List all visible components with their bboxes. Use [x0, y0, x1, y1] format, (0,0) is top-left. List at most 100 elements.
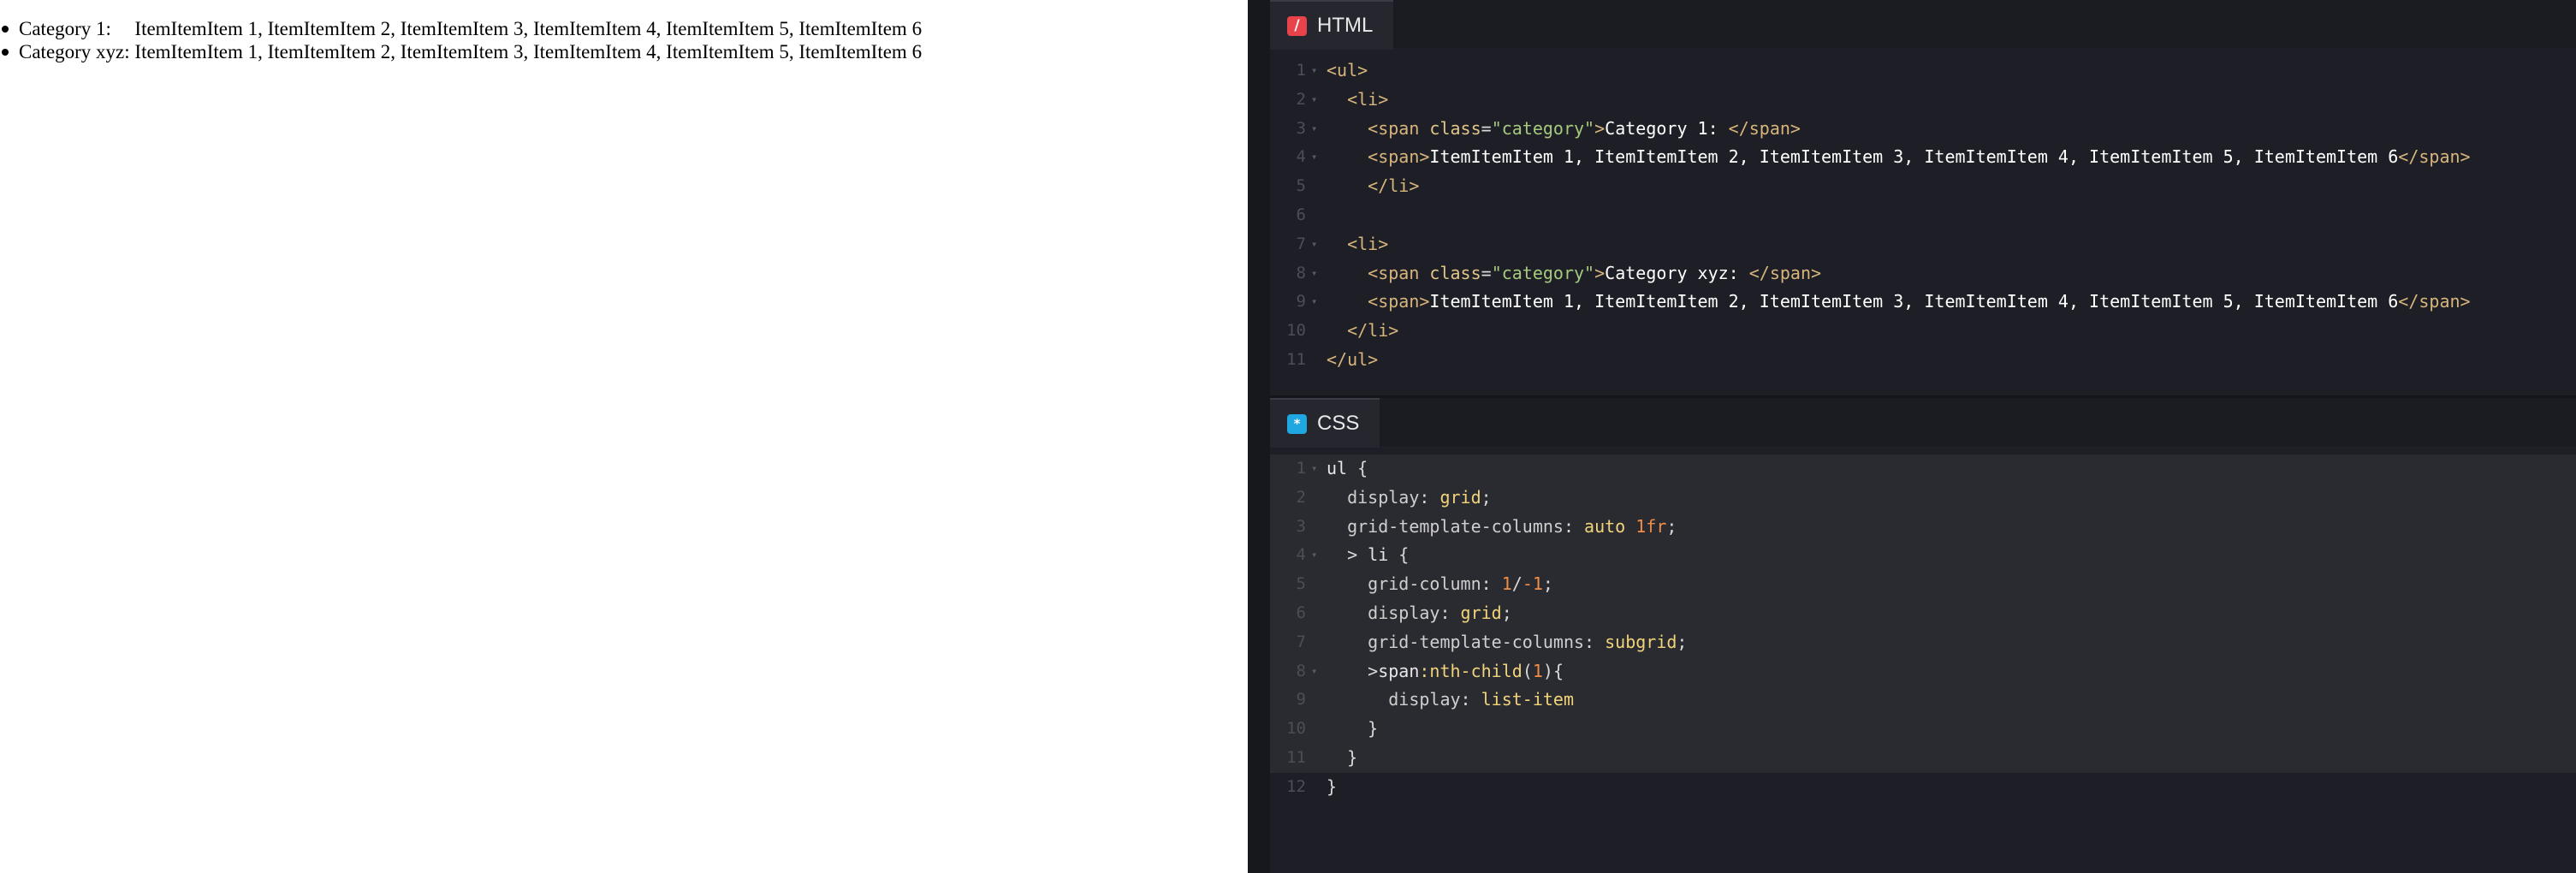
line-number: 3 — [1296, 118, 1306, 138]
line-number: 2 — [1296, 89, 1306, 109]
fold-arrow-icon[interactable]: ▾ — [1311, 259, 1317, 288]
line-number: 4 — [1296, 147, 1306, 167]
html-tabbar: / HTML — [1270, 0, 2576, 50]
code-line[interactable]: 5 </li> — [1270, 172, 2576, 201]
fold-arrow-icon[interactable]: ▾ — [1311, 56, 1317, 86]
line-number: 1 — [1296, 61, 1306, 80]
code-text: <span class="category">Category xyz: </s… — [1368, 262, 1822, 283]
code-line[interactable]: 7 grid-template-columns: subgrid; — [1270, 627, 2576, 657]
line-number: 9 — [1296, 690, 1306, 710]
line-number: 2 — [1296, 487, 1306, 507]
list-item: Category 1: ItemItemItem 1, ItemItemItem… — [1, 17, 923, 40]
line-number: 10 — [1286, 321, 1306, 341]
code-line[interactable]: 11 </ul> — [1270, 346, 2576, 375]
line-number: 1 — [1296, 459, 1306, 478]
line-number: 12 — [1286, 776, 1306, 796]
fold-arrow-icon[interactable]: ▾ — [1311, 115, 1317, 144]
code-line[interactable]: 1 ▾ ul { — [1270, 454, 2576, 484]
line-number: 8 — [1296, 661, 1306, 680]
code-line[interactable]: 2 ▾ <li> — [1270, 86, 2576, 115]
code-line[interactable]: 8 ▾ <span class="category">Category xyz: … — [1270, 259, 2576, 288]
fold-arrow-icon[interactable]: ▾ — [1311, 454, 1317, 484]
fold-arrow-icon[interactable]: ▾ — [1311, 541, 1317, 570]
line-number: 8 — [1296, 263, 1306, 282]
code-line[interactable]: 7 ▾ <li> — [1270, 230, 2576, 259]
line-number: 10 — [1286, 719, 1306, 739]
fold-arrow-icon[interactable]: ▾ — [1311, 86, 1317, 115]
code-line[interactable]: 4 ▾ <span>ItemItemItem 1, ItemItemItem 2,… — [1270, 143, 2576, 172]
line-number: 11 — [1286, 747, 1306, 767]
code-area[interactable]: 1 ▾ ul {2 display: grid; 3 grid-template-co… — [1270, 454, 2576, 802]
fold-arrow-icon[interactable]: ▾ — [1311, 230, 1317, 259]
code-text: ul { — [1327, 458, 1368, 478]
code-line[interactable]: 4 ▾ > li { — [1270, 541, 2576, 571]
code-line[interactable]: 3 grid-template-columns: auto 1fr; — [1270, 512, 2576, 542]
css-editor[interactable]: * CSS 1 ▾ ul {2 display: grid; 3 grid-templ… — [1270, 398, 2576, 873]
editors-pane: / HTML 1 ▾ <ul> 2 ▾ <li> 3 ▾ <span class="cate… — [1248, 0, 2576, 873]
fold-arrow-icon[interactable]: ▾ — [1311, 657, 1317, 686]
code-line[interactable]: 12} — [1270, 773, 2576, 802]
code-text: </ul> — [1327, 348, 1379, 370]
line-number: 4 — [1296, 545, 1306, 565]
code-text: </li> — [1347, 320, 1399, 341]
code-line[interactable]: 3 ▾ <span class="category">Category 1: </… — [1270, 115, 2576, 144]
tab-label: CSS — [1317, 412, 1360, 435]
code-text: <span>ItemItemItem 1, ItemItemItem 2, It… — [1368, 291, 2471, 312]
category-label: Category xyz: — [1, 41, 135, 62]
code-text: <li> — [1347, 233, 1389, 254]
code-line[interactable]: 6 — [1270, 201, 2576, 230]
fold-arrow-icon[interactable]: ▾ — [1311, 288, 1317, 317]
tab-html[interactable]: / HTML — [1270, 0, 1394, 50]
code-line[interactable]: 9 display: list-item — [1270, 686, 2576, 716]
code-text: <span class="category">Category 1: </spa… — [1368, 117, 1801, 139]
code-line[interactable]: 11 } — [1270, 743, 2576, 773]
code-text: <li> — [1347, 88, 1389, 110]
code-line[interactable]: 9 ▾ <span>ItemItemItem 1, ItemItemItem 2,… — [1270, 288, 2576, 317]
code-text: > li { — [1327, 544, 1410, 566]
code-text: display: grid; — [1327, 602, 1512, 623]
line-number: 7 — [1296, 632, 1306, 651]
code-text: >span:nth-child(1){ — [1327, 660, 1564, 681]
code-text: } — [1327, 775, 1338, 797]
code-line[interactable]: 8 ▾ >span:nth-child(1){ — [1270, 656, 2576, 686]
result-preview: Category 1: ItemItemItem 1, ItemItemItem… — [0, 0, 1248, 873]
code-text: grid-template-columns: auto 1fr; — [1327, 515, 1677, 537]
line-number: 9 — [1296, 292, 1306, 312]
css-tabbar: * CSS — [1270, 398, 2576, 448]
fold-arrow-icon[interactable]: ▾ — [1311, 143, 1317, 172]
list-item: Category xyz: ItemItemItem 1, ItemItemIt… — [1, 40, 923, 63]
code-line[interactable]: 2 display: grid; — [1270, 483, 2576, 513]
code-line[interactable]: 10 } — [1270, 715, 2576, 744]
code-text: grid-column: 1/-1; — [1327, 573, 1553, 595]
code-text: display: list-item — [1327, 689, 1575, 710]
code-line[interactable]: 6 display: grid; — [1270, 598, 2576, 628]
code-line[interactable]: 1 ▾ <ul> — [1270, 56, 2576, 86]
code-text: } — [1327, 718, 1379, 739]
items-text: ItemItemItem 1, ItemItemItem 2, ItemItem… — [134, 18, 923, 39]
resize-gutter[interactable] — [1248, 0, 1270, 873]
code-text: display: grid; — [1327, 486, 1492, 508]
code-text: </li> — [1368, 175, 1420, 197]
code-text: <span>ItemItemItem 1, ItemItemItem 2, It… — [1368, 146, 2471, 168]
category-list: Category 1: ItemItemItem 1, ItemItemItem… — [1, 17, 923, 63]
line-number: 3 — [1296, 516, 1306, 536]
line-number: 5 — [1296, 574, 1306, 594]
html-editor[interactable]: / HTML 1 ▾ <ul> 2 ▾ <li> 3 ▾ <span class="cate… — [1270, 0, 2576, 395]
code-text: <ul> — [1327, 60, 1368, 80]
code-line[interactable]: 10 </li> — [1270, 317, 2576, 346]
tab-css[interactable]: * CSS — [1270, 398, 1380, 448]
category-label: Category 1: — [1, 17, 134, 40]
code-line[interactable]: 5 grid-column: 1/-1; — [1270, 570, 2576, 599]
code-text: } — [1327, 746, 1358, 768]
tab-label: HTML — [1317, 14, 1374, 37]
line-number: 11 — [1286, 349, 1306, 369]
line-number: 5 — [1296, 176, 1306, 196]
code-area[interactable]: 1 ▾ <ul> 2 ▾ <li> 3 ▾ <span class="category">C… — [1270, 56, 2576, 375]
code-text: grid-template-columns: subgrid; — [1327, 631, 1688, 652]
line-number: 6 — [1296, 205, 1306, 224]
line-number: 6 — [1296, 603, 1306, 622]
css-icon: * — [1287, 413, 1307, 434]
html-icon: / — [1287, 15, 1307, 36]
items-text: ItemItemItem 1, ItemItemItem 2, ItemItem… — [134, 41, 923, 62]
line-number: 7 — [1296, 234, 1306, 253]
